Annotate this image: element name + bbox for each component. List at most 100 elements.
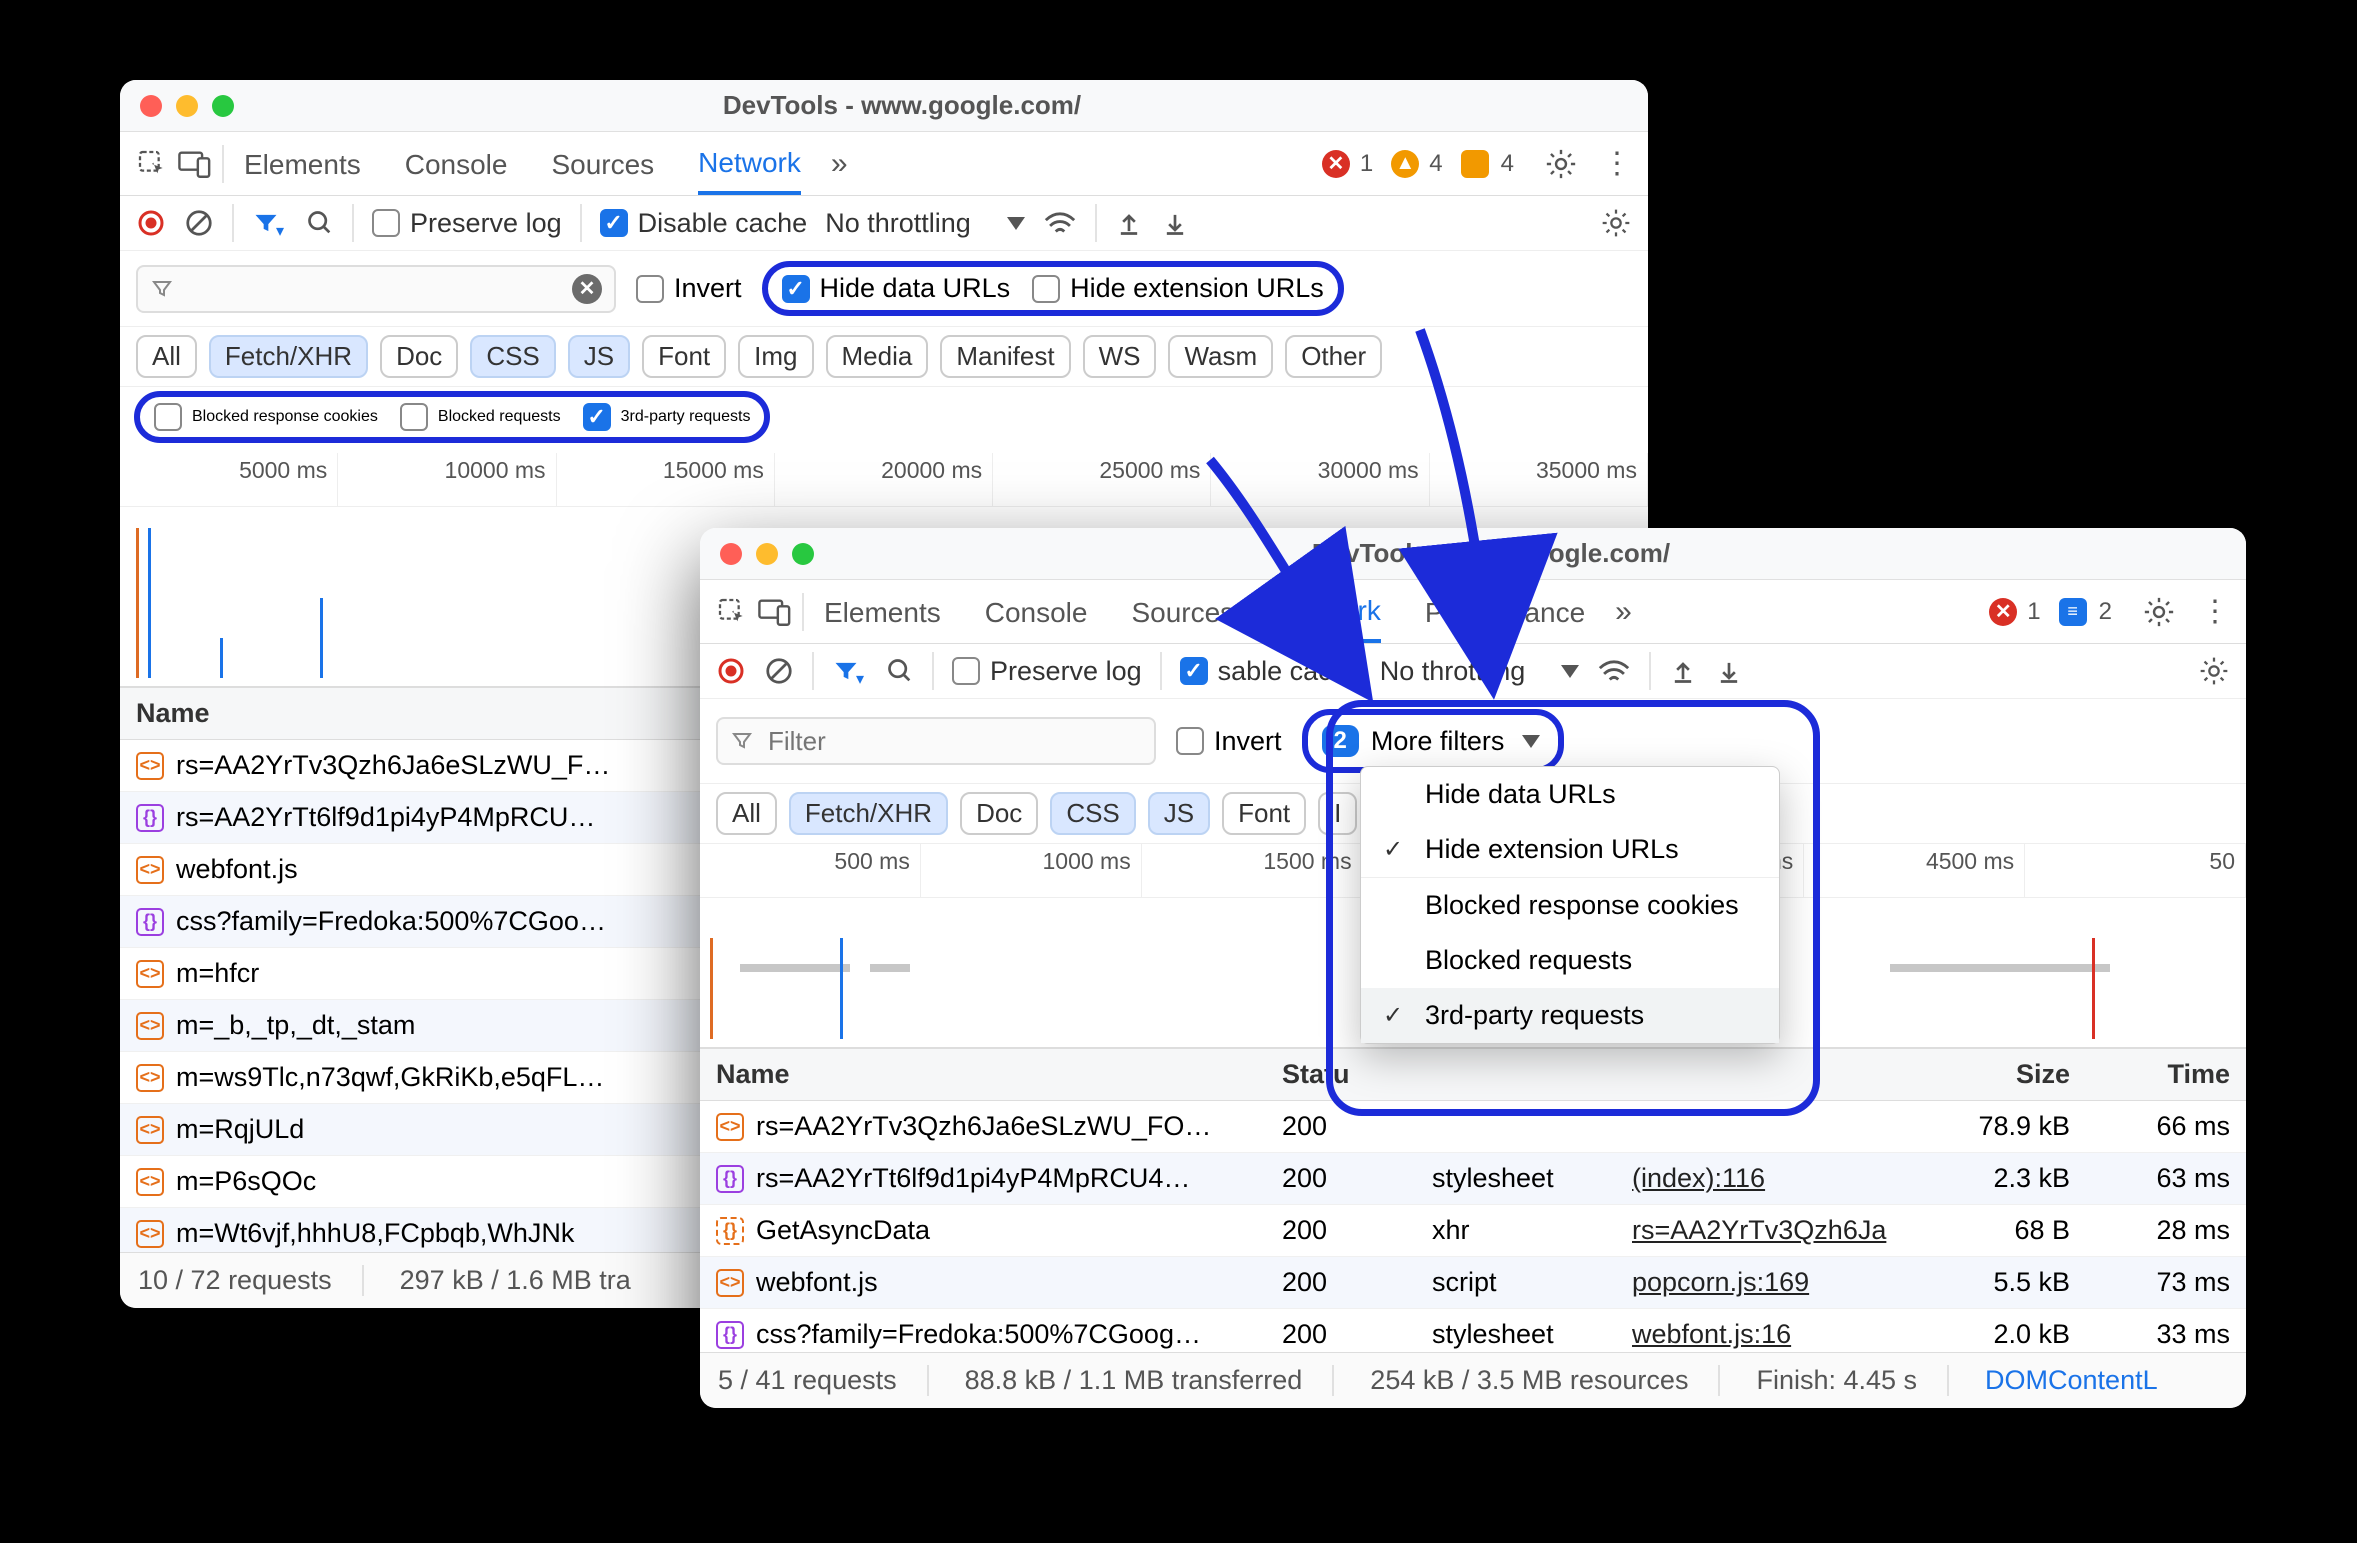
chip-i[interactable]: I: [1318, 792, 1357, 835]
cell-initiator[interactable]: rs=AA2YrTv3Qzh6Ja: [1616, 1205, 1936, 1256]
invert-checkbox[interactable]: Invert: [1176, 726, 1282, 757]
filter-icon[interactable]: ▾: [832, 657, 868, 685]
chip-css[interactable]: CSS: [1050, 792, 1135, 835]
more-filters-dropdown[interactable]: Hide data URLs✓Hide extension URLsBlocke…: [1360, 766, 1780, 1044]
col-size[interactable]: Size: [1936, 1049, 2086, 1100]
chip-ws[interactable]: WS: [1083, 335, 1157, 378]
close-icon[interactable]: [140, 95, 162, 117]
dropdown-item[interactable]: ✓3rd-party requests: [1361, 988, 1779, 1043]
upload-icon[interactable]: [1669, 656, 1697, 686]
chip-js[interactable]: JS: [568, 335, 630, 378]
status-domcontent[interactable]: DOMContentL: [1985, 1365, 2158, 1396]
filter-input[interactable]: [716, 717, 1156, 765]
disable-cache-checkbox[interactable]: Disable cache: [600, 208, 808, 239]
minimize-icon[interactable]: [176, 95, 198, 117]
throttling-select[interactable]: No throttling: [825, 208, 1025, 239]
download-icon[interactable]: [1715, 656, 1743, 686]
tab-elements[interactable]: Elements: [244, 135, 361, 193]
tab-console[interactable]: Console: [405, 135, 508, 193]
blocked-cookies-checkbox[interactable]: Blocked response cookies: [154, 403, 378, 431]
dropdown-item[interactable]: Blocked requests: [1361, 933, 1779, 988]
col-time[interactable]: Time: [2086, 1049, 2246, 1100]
timeline[interactable]: 5000 ms10000 ms15000 ms20000 ms25000 ms3…: [120, 453, 1648, 507]
third-party-checkbox[interactable]: 3rd-party requests: [583, 403, 751, 431]
col-type[interactable]: [1416, 1049, 1616, 1100]
chip-wasm[interactable]: Wasm: [1168, 335, 1273, 378]
dropdown-item[interactable]: ✓Hide extension URLs: [1361, 822, 1779, 877]
settings-icon[interactable]: [1544, 147, 1578, 181]
inspect-icon[interactable]: [136, 148, 168, 180]
clear-icon[interactable]: [764, 656, 794, 686]
tab-network[interactable]: Network: [698, 133, 801, 195]
info-counter[interactable]: ≡2: [2059, 598, 2112, 626]
throttling-select[interactable]: No throttling: [1380, 656, 1580, 687]
chip-doc[interactable]: Doc: [380, 335, 458, 378]
clear-filter-icon[interactable]: ✕: [572, 274, 602, 304]
table-row[interactable]: {}rs=AA2YrTt6lf9d1pi4yP4MpRCU4…200styles…: [700, 1153, 2246, 1205]
clear-icon[interactable]: [184, 208, 214, 238]
table-row[interactable]: <>rs=AA2YrTv3Qzh6Ja6eSLzWU_FO…20078.9 kB…: [700, 1101, 2246, 1153]
close-icon[interactable]: [720, 543, 742, 565]
tab-network[interactable]: Network: [1278, 581, 1381, 643]
chip-img[interactable]: Img: [738, 335, 813, 378]
chip-js[interactable]: JS: [1148, 792, 1210, 835]
issue-counter[interactable]: 4: [1461, 150, 1514, 178]
settings-icon[interactable]: [2142, 595, 2176, 629]
chip-all[interactable]: All: [716, 792, 777, 835]
hide-data-urls-checkbox[interactable]: Hide data URLs: [782, 273, 1011, 304]
tab-console[interactable]: Console: [985, 583, 1088, 641]
col-name[interactable]: Name: [700, 1049, 1266, 1100]
network-conditions-icon[interactable]: [1043, 208, 1077, 238]
chip-css[interactable]: CSS: [470, 335, 555, 378]
chip-fetch-xhr[interactable]: Fetch/XHR: [209, 335, 368, 378]
chip-all[interactable]: All: [136, 335, 197, 378]
kebab-icon[interactable]: ⋮: [2200, 594, 2230, 629]
device-icon[interactable]: [178, 149, 212, 179]
hide-extension-urls-checkbox[interactable]: Hide extension URLs: [1032, 273, 1324, 304]
disable-cache-checkbox[interactable]: sable cache: [1180, 656, 1362, 687]
cell-initiator[interactable]: popcorn.js:169: [1616, 1257, 1936, 1308]
chip-other[interactable]: Other: [1285, 335, 1382, 378]
preserve-log-checkbox[interactable]: Preserve log: [372, 208, 562, 239]
zoom-icon[interactable]: [792, 543, 814, 565]
warning-counter[interactable]: ▲4: [1391, 150, 1442, 178]
network-conditions-icon[interactable]: [1597, 656, 1631, 686]
download-icon[interactable]: [1161, 208, 1189, 238]
inspect-icon[interactable]: [716, 596, 748, 628]
col-status[interactable]: Statu: [1266, 1049, 1416, 1100]
network-settings-icon[interactable]: [2198, 655, 2230, 687]
search-icon[interactable]: [886, 657, 914, 685]
cell-initiator[interactable]: [1616, 1101, 1936, 1152]
more-tabs-icon[interactable]: »: [1615, 595, 1632, 629]
chip-font[interactable]: Font: [1222, 792, 1306, 835]
minimize-icon[interactable]: [756, 543, 778, 565]
chip-font[interactable]: Font: [642, 335, 726, 378]
record-icon[interactable]: [716, 656, 746, 686]
dropdown-item[interactable]: Hide data URLs: [1361, 767, 1779, 822]
filter-icon[interactable]: ▾: [252, 209, 288, 237]
kebab-icon[interactable]: ⋮: [1602, 146, 1632, 181]
filter-text[interactable]: [768, 726, 1142, 757]
preserve-log-checkbox[interactable]: Preserve log: [952, 656, 1142, 687]
chip-fetch-xhr[interactable]: Fetch/XHR: [789, 792, 948, 835]
tab-elements[interactable]: Elements: [824, 583, 941, 641]
chip-manifest[interactable]: Manifest: [940, 335, 1070, 378]
zoom-icon[interactable]: [212, 95, 234, 117]
search-icon[interactable]: [306, 209, 334, 237]
chip-doc[interactable]: Doc: [960, 792, 1038, 835]
cell-initiator[interactable]: (index):116: [1616, 1153, 1936, 1204]
more-filters-button[interactable]: 2 More filters: [1322, 725, 1541, 757]
dropdown-item[interactable]: Blocked response cookies: [1361, 878, 1779, 933]
filter-text[interactable]: [188, 273, 558, 304]
filter-input[interactable]: ✕: [136, 265, 616, 313]
table-row[interactable]: {}GetAsyncData200xhrrs=AA2YrTv3Qzh6Ja68 …: [700, 1205, 2246, 1257]
error-counter[interactable]: ✕1: [1322, 150, 1373, 178]
chip-media[interactable]: Media: [826, 335, 929, 378]
col-initiator[interactable]: [1616, 1049, 1936, 1100]
upload-icon[interactable]: [1115, 208, 1143, 238]
tab-performance[interactable]: Performance: [1425, 583, 1585, 641]
invert-checkbox[interactable]: Invert: [636, 273, 742, 304]
tab-sources[interactable]: Sources: [1131, 583, 1234, 641]
table-row[interactable]: <>webfont.js200scriptpopcorn.js:1695.5 k…: [700, 1257, 2246, 1309]
record-icon[interactable]: [136, 208, 166, 238]
